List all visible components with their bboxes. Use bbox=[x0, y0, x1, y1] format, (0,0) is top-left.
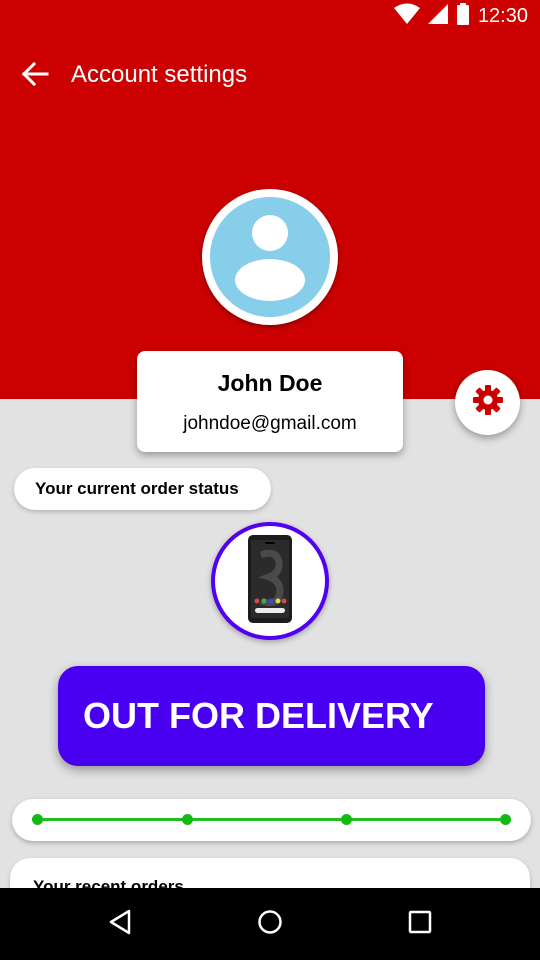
progress-line bbox=[38, 818, 506, 821]
arrow-back-icon bbox=[21, 60, 49, 93]
toolbar: Account settings bbox=[0, 33, 540, 117]
nav-recents-button[interactable] bbox=[400, 904, 440, 944]
product-image[interactable] bbox=[211, 522, 329, 640]
wifi-icon bbox=[393, 3, 420, 30]
progress-step-1 bbox=[32, 814, 43, 825]
signal-icon bbox=[427, 3, 448, 30]
navigation-bar bbox=[0, 888, 540, 960]
profile-card: John Doe johndoe@gmail.com bbox=[137, 351, 403, 452]
phone-image bbox=[247, 534, 293, 628]
order-progress-tracker bbox=[12, 799, 531, 841]
progress-step-3 bbox=[341, 814, 352, 825]
profile-name: John Doe bbox=[217, 370, 323, 396]
nav-back-button[interactable] bbox=[100, 904, 140, 944]
back-button[interactable] bbox=[18, 59, 52, 93]
back-triangle-icon bbox=[108, 909, 132, 940]
settings-button[interactable] bbox=[455, 370, 520, 435]
battery-icon bbox=[456, 2, 470, 30]
status-bar: 12:30 bbox=[0, 0, 540, 33]
progress-step-4 bbox=[500, 814, 511, 825]
avatar-circle bbox=[210, 197, 330, 317]
delivery-status-button[interactable]: OUT FOR DELIVERY bbox=[58, 666, 485, 766]
nav-home-button[interactable] bbox=[250, 904, 290, 944]
status-time: 12:30 bbox=[477, 4, 528, 27]
profile-email: johndoe@gmail.com bbox=[183, 413, 357, 434]
avatar[interactable] bbox=[202, 189, 338, 325]
status-icons: 12:30 bbox=[393, 2, 528, 30]
progress-step-2 bbox=[182, 814, 193, 825]
page-title: Account settings bbox=[71, 61, 248, 88]
recents-square-icon bbox=[408, 910, 432, 939]
home-circle-icon bbox=[257, 909, 283, 940]
gear-icon bbox=[471, 383, 505, 422]
order-status-chip: Your current order status bbox=[14, 468, 271, 510]
